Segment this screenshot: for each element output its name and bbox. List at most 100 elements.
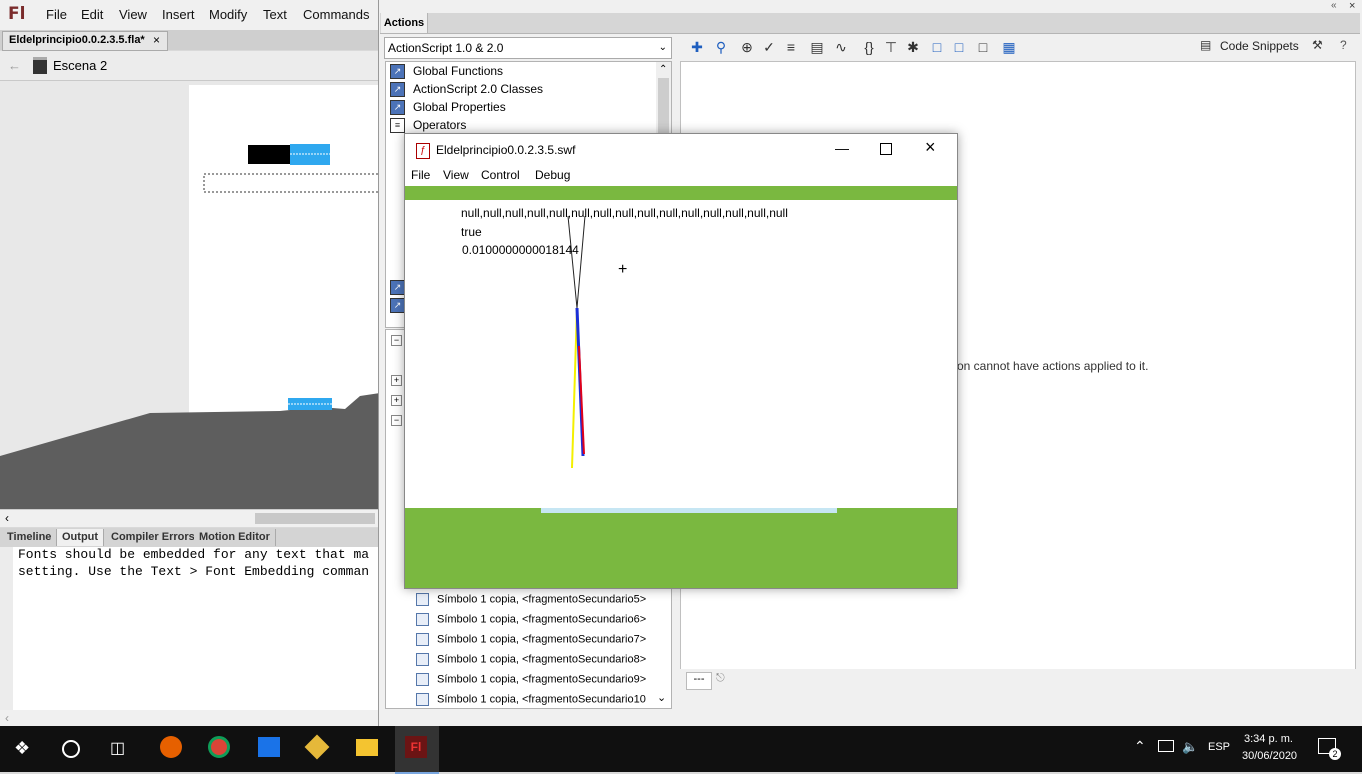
network-icon[interactable] <box>1158 740 1174 752</box>
output-line: Fonts should be embedded for any text th… <box>18 547 370 562</box>
swf-menu-debug[interactable]: Debug <box>535 168 570 182</box>
output-panel[interactable]: Fonts should be embedded for any text th… <box>0 547 380 710</box>
actions-titlebar <box>380 13 1360 34</box>
code-snippets-icon[interactable]: ▤ <box>1200 38 1211 52</box>
uncomment-icon[interactable]: □ <box>974 38 992 56</box>
maximize-icon[interactable] <box>880 143 892 155</box>
minimize-icon[interactable]: — <box>835 140 849 156</box>
wrench-icon[interactable]: ⚒ <box>1312 38 1323 52</box>
chevron-up-icon[interactable]: ⌃ <box>1134 738 1146 755</box>
firefox-icon[interactable] <box>160 736 182 758</box>
editor-message: on cannot have actions applied to it. <box>957 359 1149 373</box>
collapse-braces-icon[interactable]: {} <box>860 38 878 56</box>
movieclip-icon <box>416 633 429 646</box>
ground-top <box>405 186 957 200</box>
swf-menu-file[interactable]: File <box>411 168 430 182</box>
actions-toolbar: ✚ ⚲ ⊕ ✓ ≡ ▤ ∿ {} ⊤ ✱ □ □ □ ▦ ▤ Code Snip… <box>680 36 1360 58</box>
pin-icon[interactable]: ⎋ <box>716 672 725 685</box>
clock-time[interactable]: 3:34 p. m. <box>1244 733 1293 745</box>
book-icon: ↗ <box>390 100 405 116</box>
cortana-icon[interactable] <box>62 740 80 758</box>
menu-text[interactable]: Text <box>263 7 287 22</box>
tab-timeline[interactable]: Timeline <box>2 529 58 546</box>
list-item[interactable]: Símbolo 1 copia, <fragmentoSecundario7> <box>416 633 646 646</box>
scroll-thumb[interactable] <box>255 513 375 524</box>
chevron-down-icon[interactable]: ⌄ <box>657 691 666 704</box>
list-item[interactable]: Símbolo 1 copia, <fragmentoSecundario9> <box>416 673 646 686</box>
menu-view[interactable]: View <box>119 7 147 22</box>
list-item[interactable]: Símbolo 1 copia, <fragmentoSecundario5> <box>416 593 646 606</box>
black-block <box>248 145 290 164</box>
movieclip-icon <box>416 653 429 666</box>
clock-date[interactable]: 30/06/2020 <box>1242 750 1297 762</box>
document-tab[interactable]: Eldelprincipio0.0.2.3.5.fla* × <box>2 31 168 51</box>
tree-item-global-properties[interactable]: ↗ Global Properties <box>390 98 506 116</box>
swf-menubar: File View Control Debug <box>405 166 957 186</box>
collapse-icon[interactable]: − <box>391 415 402 426</box>
close-icon[interactable]: × <box>925 137 936 158</box>
stage-canvas[interactable] <box>0 81 380 509</box>
target-icon[interactable]: ⊕ <box>738 38 756 56</box>
movieclip-icon <box>416 613 429 626</box>
windows-start-icon[interactable]: ❖ <box>14 738 30 759</box>
chrome-icon[interactable] <box>208 736 230 758</box>
collapse-icon[interactable]: − <box>391 335 402 346</box>
file-explorer-icon[interactable] <box>356 739 378 756</box>
close-icon[interactable]: × <box>1349 0 1355 12</box>
swf-menu-view[interactable]: View <box>443 168 469 182</box>
scroll-thumb[interactable] <box>658 78 669 138</box>
check-syntax-icon[interactable]: ✓ <box>760 38 778 56</box>
collapse-icon[interactable]: « <box>1331 0 1337 11</box>
list-item[interactable]: Símbolo 1 copia, <fragmentoSecundario6> <box>416 613 646 626</box>
auto-format-icon[interactable]: ≡ <box>782 38 800 56</box>
swf-menu-control[interactable]: Control <box>481 168 520 182</box>
list-item[interactable]: Símbolo 1 copia, <fragmentoSecundario8> <box>416 653 646 666</box>
stage-scrollbar[interactable]: ‹ <box>0 509 380 527</box>
task-view-icon[interactable]: ◫ <box>110 738 125 758</box>
output-scrollbar[interactable]: ‹ <box>0 710 380 726</box>
comment-icon[interactable]: □ <box>928 38 946 56</box>
tab-compiler-errors[interactable]: Compiler Errors <box>106 529 201 546</box>
show-toolbox-icon[interactable]: ▦ <box>1000 38 1018 56</box>
expand-icon[interactable]: + <box>391 395 402 406</box>
code-snippets-label[interactable]: Code Snippets <box>1220 39 1299 53</box>
scroll-left-icon[interactable]: ‹ <box>5 711 9 725</box>
tab-output[interactable]: Output <box>57 529 105 546</box>
tree-item-as2-classes[interactable]: ↗ ActionScript 2.0 Classes <box>390 80 543 98</box>
swf-player-window: ƒ Eldelprincipio0.0.2.3.5.swf — × File V… <box>404 133 958 589</box>
list-item[interactable]: Símbolo 1 copia, <fragmentoSecundario10 <box>416 693 646 706</box>
flash-player-icon: ƒ <box>416 143 430 159</box>
swf-stage[interactable]: null,null,null,null,null,null,null,null,… <box>405 186 957 588</box>
taskbar-flash-active[interactable]: Fl <box>395 726 439 774</box>
book-icon: ≡ <box>390 118 405 134</box>
volume-muted-icon[interactable]: 🔈 <box>1182 739 1198 755</box>
menu-modify[interactable]: Modify <box>209 7 247 22</box>
line-comment-icon[interactable]: □ <box>950 38 968 56</box>
actions-tab[interactable]: Actions <box>381 13 428 33</box>
language-indicator[interactable]: ESP <box>1208 741 1230 753</box>
tab-motion-editor[interactable]: Motion Editor <box>194 529 276 546</box>
expand-all-icon[interactable]: ✱ <box>904 38 922 56</box>
menu-file[interactable]: File <box>46 7 67 22</box>
back-arrow-icon[interactable]: ← <box>8 58 21 73</box>
chevron-up-icon[interactable]: ⌃ <box>659 64 667 75</box>
menu-insert[interactable]: Insert <box>162 7 195 22</box>
list-item-label: Símbolo 1 copia, <fragmentoSecundario9> <box>437 673 647 686</box>
menu-edit[interactable]: Edit <box>81 7 103 22</box>
debug-icon[interactable]: ∿ <box>832 38 850 56</box>
help-icon[interactable]: ? <box>1340 38 1347 52</box>
add-item-icon[interactable]: ✚ <box>688 38 706 56</box>
collapse-selection-icon[interactable]: ⊤ <box>882 38 900 56</box>
photos-icon[interactable] <box>258 737 280 757</box>
tree-item-global-functions[interactable]: ↗ Global Functions <box>390 62 503 80</box>
code-hint-icon[interactable]: ▤ <box>808 38 826 56</box>
expand-icon[interactable]: + <box>391 375 402 386</box>
menu-commands[interactable]: Commands <box>303 7 369 22</box>
document-tab-close[interactable]: × <box>153 33 160 47</box>
script-tab[interactable]: --- <box>686 672 712 690</box>
yellow-strand <box>571 307 578 469</box>
find-icon[interactable]: ⚲ <box>712 38 730 56</box>
tree-item-operators[interactable]: ≡ Operators <box>390 116 466 134</box>
language-select[interactable]: ActionScript 1.0 & 2.0 ⌄ <box>384 37 672 59</box>
scroll-left-icon[interactable]: ‹ <box>5 511 9 525</box>
